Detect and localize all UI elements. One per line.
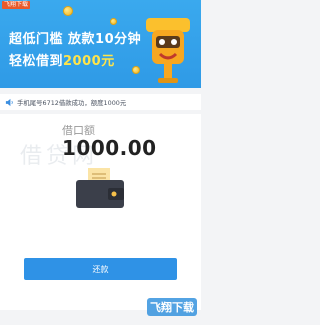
mascot-illustration xyxy=(146,18,190,83)
loan-card: 借贷网 借口额 1000.00 还款 xyxy=(0,114,201,310)
speaker-icon xyxy=(5,98,13,106)
coin-icon xyxy=(110,18,117,25)
banner-subheadline-prefix: 轻松借到 xyxy=(9,54,64,69)
watermark-bottom: 飞翔下载 xyxy=(147,298,197,316)
wallet-icon xyxy=(76,168,124,208)
repay-button[interactable]: 还款 xyxy=(24,258,177,280)
banner-amount: 2000元 xyxy=(63,54,115,69)
banner-headline: 超低门槛 放款10分钟 xyxy=(9,32,142,47)
watermark-top: 飞翔下载 xyxy=(2,1,31,9)
coin-icon xyxy=(63,6,73,16)
banner-subheadline: 轻松借到2000元 xyxy=(9,50,115,69)
promo-banner[interactable]: 飞翔下载 超低门槛 放款10分钟 轻松借到2000元 xyxy=(0,0,201,88)
loan-amount: 1000.00 xyxy=(62,136,157,160)
coin-icon xyxy=(132,66,140,74)
notice-bar: 手机尾号6712借款成功，额度1000元 xyxy=(0,94,201,110)
notice-text: 手机尾号6712借款成功，额度1000元 xyxy=(17,98,127,107)
